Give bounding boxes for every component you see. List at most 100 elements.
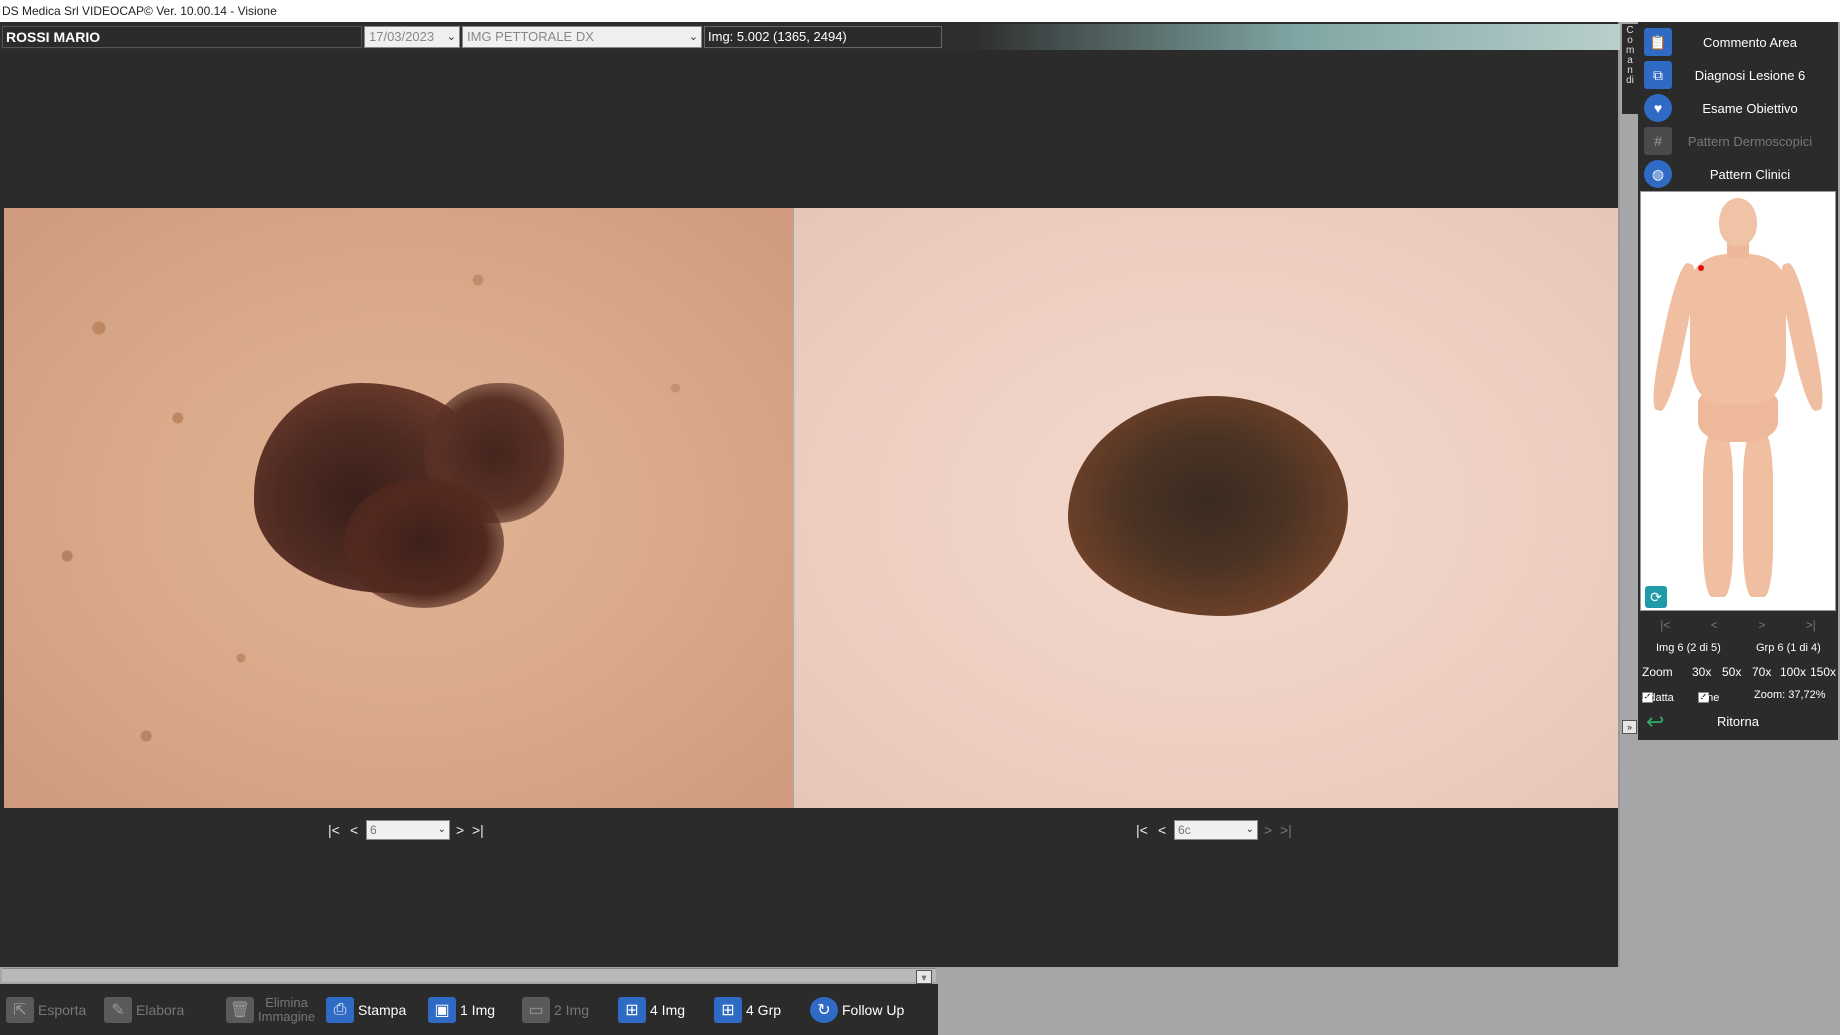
follow-up-button[interactable]: ↻ Follow Up <box>810 994 904 1026</box>
image-group-counts: Img 6 (2 di 5) Grp 6 (1 di 4) <box>1640 640 1836 658</box>
group-count: Grp 6 (1 di 4) <box>1756 642 1821 654</box>
site-value: IMG PETTORALE DX <box>467 29 594 44</box>
window-title: DS Medica Srl VIDEOCAP© Ver. 10.00.14 - … <box>0 0 1840 22</box>
fine-label: Fine <box>1698 692 1720 704</box>
two-images-icon: ▭ <box>522 997 550 1023</box>
right-image-value: 6c <box>1178 823 1191 837</box>
single-image-icon: ▣ <box>428 997 456 1023</box>
trash-icon: 🗑 <box>226 997 254 1023</box>
zoom-150x-button[interactable]: 150x <box>1810 665 1836 679</box>
body-map[interactable]: ⟳ <box>1640 191 1836 611</box>
first-button[interactable]: |< <box>1660 614 1670 636</box>
next-button[interactable]: > <box>1264 822 1272 838</box>
lesion-location-marker[interactable] <box>1698 265 1704 271</box>
site-select[interactable]: IMG PETTORALE DX ⌄ <box>462 26 702 48</box>
body-leg-right <box>1743 432 1773 597</box>
prev-button[interactable]: < <box>350 822 358 838</box>
four-groups-button[interactable]: ⊞ 4 Grp <box>714 994 781 1026</box>
last-button[interactable]: >| <box>1806 614 1816 636</box>
right-image-select[interactable]: 6c ⌄ <box>1174 820 1258 840</box>
adatta-label: Adatta <box>1642 692 1674 704</box>
one-image-label: 1 Img <box>460 1002 496 1018</box>
one-image-button[interactable]: ▣ 1 Img <box>428 994 495 1026</box>
pattern-icon: ◍ <box>1644 160 1672 188</box>
four-images-button[interactable]: ⊞ 4 Img <box>618 994 685 1026</box>
zoom-50x-button[interactable]: 50x <box>1722 665 1741 679</box>
zoom-100x-button[interactable]: 100x <box>1780 665 1806 679</box>
commands-tab-label: Comandi <box>1626 25 1635 86</box>
refresh-icon[interactable]: ⟳ <box>1645 586 1667 608</box>
chevron-down-icon: ⌄ <box>446 31 456 43</box>
four-images-icon: ⊞ <box>618 997 646 1023</box>
delete-image-label: Elimina Immagine <box>258 996 315 1024</box>
bottom-toolbar: ⇱ Esporta ✎ Elabora 🗑 Elimina Immagine ⎙ … <box>0 984 938 1035</box>
chevron-down-icon: ⌄ <box>1245 824 1254 835</box>
four-images-label: 4 Img <box>650 1002 686 1018</box>
delete-label-line2: Immagine <box>258 1009 316 1024</box>
export-button[interactable]: ⇱ Esporta <box>6 994 86 1026</box>
zoom-30x-button[interactable]: 30x <box>1692 665 1711 679</box>
lesion-diagnosis-button[interactable]: ⧉ Diagnosi Lesione 6 <box>1640 59 1836 91</box>
first-button[interactable]: |< <box>328 822 340 838</box>
delete-label-line1: Elimina <box>265 995 308 1010</box>
date-value: 17/03/2023 <box>369 29 435 44</box>
collapse-toolbar-button[interactable]: ⩔ <box>916 970 932 984</box>
last-button[interactable]: >| <box>472 822 484 838</box>
prev-button[interactable]: < <box>1711 614 1718 636</box>
clipboard-icon: 📋 <box>1644 28 1672 56</box>
next-button[interactable]: > <box>1758 614 1765 636</box>
printer-icon: ⎙ <box>326 997 354 1023</box>
left-image-viewer[interactable] <box>4 208 794 808</box>
area-comment-label: Commento Area <box>1703 34 1797 50</box>
return-button[interactable]: ↩ Ritorna <box>1640 708 1836 736</box>
date-select[interactable]: 17/03/2023 ⌄ <box>364 26 460 48</box>
lesion-image-part <box>344 478 504 608</box>
body-torso <box>1690 254 1786 404</box>
edit-button[interactable]: ✎ Elabora <box>104 994 184 1026</box>
left-image-value: 6 <box>370 823 377 837</box>
four-groups-icon: ⊞ <box>714 997 742 1023</box>
export-icon: ⇱ <box>6 997 34 1023</box>
dermoscopic-patterns-label: Pattern Dermoscopici <box>1687 133 1813 149</box>
clinical-patterns-button[interactable]: ◍ Pattern Clinici <box>1640 158 1836 190</box>
print-label: Stampa <box>358 1002 407 1018</box>
print-button[interactable]: ⎙ Stampa <box>326 994 406 1026</box>
right-image-viewer[interactable] <box>796 208 1618 808</box>
zoom-70x-button[interactable]: 70x <box>1752 665 1771 679</box>
toolbar-strip <box>2 968 936 982</box>
follow-up-label: Follow Up <box>842 1002 905 1018</box>
left-image-select[interactable]: 6 ⌄ <box>366 820 450 840</box>
next-button[interactable]: > <box>456 822 464 838</box>
last-button[interactable]: >| <box>1280 822 1292 838</box>
edit-image-icon: ✎ <box>104 997 132 1023</box>
return-label: Ritorna <box>1717 714 1759 729</box>
edit-label: Elabora <box>136 1002 185 1018</box>
heart-icon: ♥ <box>1644 94 1672 122</box>
expand-panel-button[interactable]: » <box>1622 720 1637 734</box>
clinical-patterns-label: Pattern Clinici <box>1709 166 1791 182</box>
chevron-down-icon: ⌄ <box>688 31 698 43</box>
dermoscopic-patterns-button[interactable]: # Pattern Dermoscopici <box>1640 125 1836 157</box>
zoom-label: Zoom <box>1642 665 1673 679</box>
prev-button[interactable]: < <box>1158 822 1166 838</box>
physical-exam-button[interactable]: ♥ Esame Obiettivo <box>1640 92 1836 124</box>
right-image-nav: |< < 6c ⌄ > >| <box>1136 820 1306 842</box>
two-images-label: 2 Img <box>554 1002 590 1018</box>
follow-up-icon: ↻ <box>810 997 838 1023</box>
delete-image-button[interactable]: 🗑 Elimina Immagine <box>226 994 315 1026</box>
body-leg-left <box>1703 432 1733 597</box>
first-button[interactable]: |< <box>1136 822 1148 838</box>
left-image-nav: |< < 6 ⌄ > >| <box>328 820 498 842</box>
area-comment-button[interactable]: 📋 Commento Area <box>1640 26 1836 58</box>
body-head <box>1719 198 1757 246</box>
zoom-row: Zoom 30x 50x 70x 100x 150x <box>1640 662 1836 682</box>
group-nav: |< < > >| <box>1640 614 1836 636</box>
physical-exam-label: Esame Obiettivo <box>1702 100 1798 116</box>
two-images-button[interactable]: ▭ 2 Img <box>522 994 589 1026</box>
view-options: ✓ Adatta ✓ Fine Zoom: 37,72% <box>1640 686 1836 706</box>
image-info: Img: 5.002 (1365, 2494) <box>704 26 942 48</box>
export-label: Esporta <box>38 1002 87 1018</box>
lesion-image <box>1068 396 1348 616</box>
commands-tab[interactable]: Comandi <box>1622 24 1638 114</box>
zoom-value: Zoom: 37,72% <box>1754 689 1826 701</box>
